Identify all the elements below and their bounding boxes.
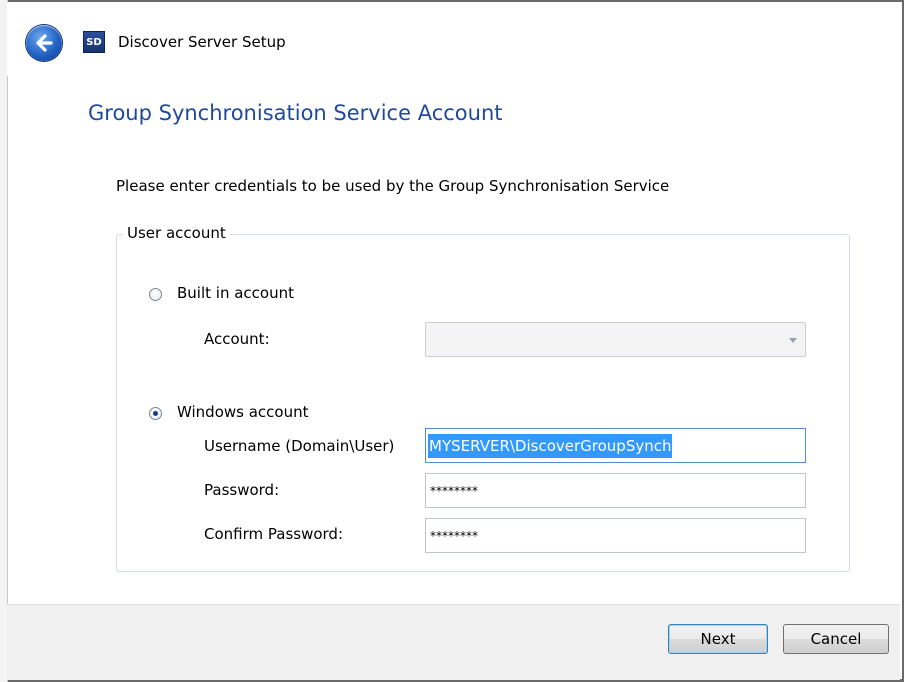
- account-dropdown[interactable]: [425, 322, 806, 357]
- button-footer: Next Cancel: [7, 604, 900, 680]
- password-input[interactable]: [425, 473, 806, 508]
- built-in-account-label[interactable]: Built in account: [177, 284, 294, 302]
- back-arrow-icon: [36, 34, 53, 52]
- windows-account-radio[interactable]: [149, 407, 162, 420]
- page-title: Group Synchronisation Service Account: [88, 101, 503, 125]
- instructions-text: Please enter credentials to be used by t…: [116, 177, 670, 195]
- window-edge: [0, 0, 8, 682]
- built-in-account-radio[interactable]: [149, 288, 162, 301]
- confirm-password-input[interactable]: [425, 518, 806, 553]
- windows-account-label[interactable]: Windows account: [177, 403, 308, 421]
- password-label: Password:: [204, 481, 280, 499]
- app-icon: SD: [83, 31, 105, 53]
- back-button[interactable]: [26, 25, 62, 61]
- title-bar: SD Discover Server Setup: [7, 2, 900, 76]
- confirm-password-label: Confirm Password:: [204, 525, 344, 543]
- username-value: MYSERVER\DiscoverGroupSynch: [428, 434, 673, 458]
- cancel-button[interactable]: Cancel: [783, 624, 889, 654]
- window-title: Discover Server Setup: [118, 33, 286, 51]
- chevron-down-icon: [789, 338, 797, 343]
- username-label: Username (Domain\User): [204, 437, 395, 455]
- user-account-legend: User account: [123, 224, 230, 242]
- account-label: Account:: [204, 330, 270, 348]
- next-button[interactable]: Next: [668, 624, 768, 654]
